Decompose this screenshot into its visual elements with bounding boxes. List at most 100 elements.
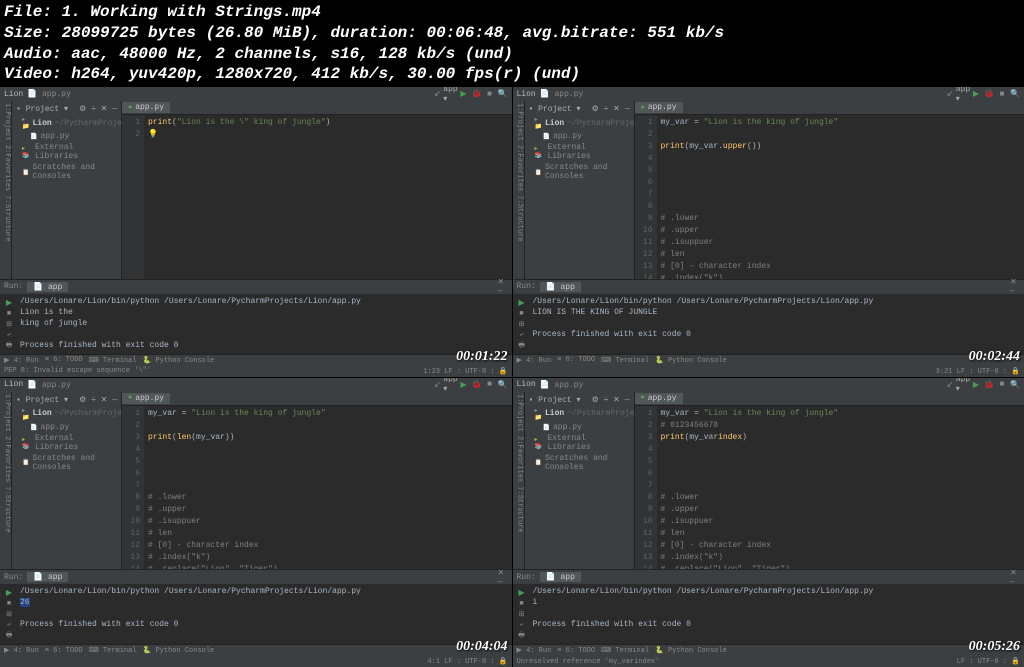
run-icon[interactable]: ▶: [459, 89, 469, 99]
app-file[interactable]: 📄app.py: [14, 131, 119, 142]
debug-icon[interactable]: 🐞: [984, 380, 994, 390]
project-sidebar[interactable]: ▪ Project ▾ ⚙ ÷ ✕ — ▸📁Lion ~/PycharmProj…: [12, 392, 122, 570]
code-editor[interactable]: 1234567891011121314 my_var = "Lion is th…: [122, 406, 512, 570]
wrap-icon[interactable]: ⤶: [7, 621, 11, 629]
debug-icon[interactable]: 🐞: [472, 89, 482, 99]
search-icon[interactable]: 🔍: [1010, 380, 1020, 390]
build-icon[interactable]: ↙: [945, 89, 955, 99]
project-header[interactable]: ▪ Project ▾ ⚙ ÷ ✕ —: [14, 103, 119, 115]
todo-tool[interactable]: ≡ 6: TODO: [45, 356, 83, 364]
layout-icon[interactable]: ⊞: [519, 610, 525, 619]
project-root[interactable]: ▸📁Lion ~/PycharmProjects/Lion: [527, 406, 632, 422]
rerun-icon[interactable]: ▶: [518, 588, 524, 598]
stop-icon[interactable]: ■: [485, 89, 495, 99]
settings-icon[interactable]: ✕ —: [498, 572, 508, 582]
settings-icon[interactable]: ✕ —: [1010, 282, 1020, 292]
run-config[interactable]: app ▾: [446, 380, 456, 390]
pycon-tool[interactable]: 🐍 Python Console: [655, 646, 727, 655]
search-icon[interactable]: 🔍: [498, 89, 508, 99]
scratches[interactable]: 📋Scratches and Consoles: [14, 162, 119, 182]
search-icon[interactable]: 🔍: [1010, 89, 1020, 99]
todo-tool[interactable]: ≡ 6: TODO: [557, 356, 595, 364]
console-output[interactable]: /Users/Lonare/Lion/bin/python /Users/Lon…: [16, 586, 510, 642]
rerun-icon[interactable]: ▶: [6, 298, 12, 308]
scratches[interactable]: 📋Scratches and Consoles: [527, 453, 632, 473]
project-sidebar[interactable]: ▪ Project ▾ ⚙ ÷ ✕ — ▸📁Lion ~/PycharmProj…: [12, 101, 122, 279]
run-tab[interactable]: 📄 app: [27, 282, 68, 292]
run-config[interactable]: app ▾: [958, 89, 968, 99]
run-tab[interactable]: 📄 app: [540, 572, 581, 582]
build-icon[interactable]: ↙: [433, 380, 443, 390]
left-gutter[interactable]: 1:Project 2:Favorites 7:Structure: [513, 392, 525, 570]
console-output[interactable]: /Users/Lonare/Lion/bin/python /Users/Lon…: [529, 296, 1023, 352]
run-tab[interactable]: 📄 app: [540, 282, 581, 292]
print-icon[interactable]: 🖶: [518, 341, 525, 352]
project-root[interactable]: ▸📁Lion ~/PycharmProjects/Lion: [14, 406, 119, 422]
code-area[interactable]: my_var = "Lion is the king of jungle" pr…: [144, 406, 512, 570]
wrap-icon[interactable]: ⤶: [520, 331, 524, 339]
project-sidebar[interactable]: ▪ Project ▾ ⚙ ÷ ✕ — ▸📁Lion ~/PycharmProj…: [525, 392, 635, 570]
run-icon[interactable]: ▶: [971, 89, 981, 99]
code-editor[interactable]: 1234567891011121314 my_var = "Lion is th…: [635, 406, 1024, 570]
run-tool[interactable]: ▶ 4: Run: [517, 356, 552, 365]
layout-icon[interactable]: ⊞: [6, 610, 12, 619]
settings-icon[interactable]: ✕ —: [1010, 572, 1020, 582]
stop-icon[interactable]: ■: [997, 89, 1007, 99]
stop-icon[interactable]: ■: [997, 380, 1007, 390]
scratches[interactable]: 📋Scratches and Consoles: [527, 162, 632, 182]
wrap-icon[interactable]: ⤶: [7, 331, 11, 339]
settings-icon[interactable]: ✕ —: [498, 282, 508, 292]
app-file[interactable]: 📄app.py: [527, 131, 632, 142]
pycon-tool[interactable]: 🐍 Python Console: [143, 356, 215, 365]
stop-run-icon[interactable]: ■: [7, 600, 11, 608]
run-tool[interactable]: ▶ 4: Run: [4, 356, 39, 365]
project-root[interactable]: ▸📁Lion ~/PycharmProjects/Lion: [527, 115, 632, 131]
print-icon[interactable]: 🖶: [518, 631, 525, 642]
external-libs[interactable]: ▸📚External Libraries: [14, 142, 119, 162]
stop-run-icon[interactable]: ■: [519, 600, 523, 608]
terminal-tool[interactable]: ⌨ Terminal: [601, 356, 649, 365]
external-libs[interactable]: ▸📚External Libraries: [527, 142, 632, 162]
terminal-tool[interactable]: ⌨ Terminal: [601, 646, 649, 655]
todo-tool[interactable]: ≡ 6: TODO: [557, 647, 595, 655]
run-icon[interactable]: ▶: [459, 380, 469, 390]
build-icon[interactable]: ↙: [433, 89, 443, 99]
project-root[interactable]: ▸📁Lion ~/PycharmProjects/Lion: [14, 115, 119, 131]
project-sidebar[interactable]: ▪ Project ▾ ⚙ ÷ ✕ — ▸📁Lion ~/PycharmProj…: [525, 101, 635, 279]
code-editor[interactable]: 12 print("Lion is the \" king of jungle"…: [122, 115, 512, 279]
scratches[interactable]: 📋Scratches and Consoles: [14, 453, 119, 473]
run-tool[interactable]: ▶ 4: Run: [517, 646, 552, 655]
layout-icon[interactable]: ⊞: [6, 320, 12, 329]
code-area[interactable]: print("Lion is the \" king of jungle")💡: [144, 115, 512, 279]
code-editor[interactable]: 1234567891011121314 my_var = "Lion is th…: [635, 115, 1024, 279]
file-tab[interactable]: ●app.py: [122, 102, 170, 113]
external-libs[interactable]: ▸📚External Libraries: [527, 433, 632, 453]
run-config[interactable]: app ▾: [446, 89, 456, 99]
app-file[interactable]: 📄app.py: [527, 422, 632, 433]
run-config[interactable]: app ▾: [958, 380, 968, 390]
rerun-icon[interactable]: ▶: [6, 588, 12, 598]
file-tab[interactable]: ●app.py: [635, 393, 683, 404]
project-header[interactable]: ▪ Project ▾ ⚙ ÷ ✕ —: [527, 394, 632, 406]
left-gutter[interactable]: 1:Project 2:Favorites 7:Structure: [513, 101, 525, 279]
stop-run-icon[interactable]: ■: [7, 310, 11, 318]
code-area[interactable]: my_var = "Lion is the king of jungle" pr…: [657, 115, 1024, 279]
layout-icon[interactable]: ⊞: [519, 320, 525, 329]
run-tool[interactable]: ▶ 4: Run: [4, 646, 39, 655]
file-tab[interactable]: ●app.py: [635, 102, 683, 113]
terminal-tool[interactable]: ⌨ Terminal: [89, 646, 137, 655]
todo-tool[interactable]: ≡ 6: TODO: [45, 647, 83, 655]
left-gutter[interactable]: 1:Project 2:Favorites 7:Structure: [0, 101, 12, 279]
wrap-icon[interactable]: ⤶: [520, 621, 524, 629]
print-icon[interactable]: 🖶: [6, 631, 13, 642]
debug-icon[interactable]: 🐞: [472, 380, 482, 390]
file-tab[interactable]: ●app.py: [122, 393, 170, 404]
stop-run-icon[interactable]: ■: [519, 310, 523, 318]
console-output[interactable]: /Users/Lonare/Lion/bin/python /Users/Lon…: [529, 586, 1023, 642]
run-icon[interactable]: ▶: [971, 380, 981, 390]
console-output[interactable]: /Users/Lonare/Lion/bin/python /Users/Lon…: [16, 296, 510, 352]
stop-icon[interactable]: ■: [485, 380, 495, 390]
pycon-tool[interactable]: 🐍 Python Console: [143, 646, 215, 655]
run-tab[interactable]: 📄 app: [27, 572, 68, 582]
app-file[interactable]: 📄app.py: [14, 422, 119, 433]
